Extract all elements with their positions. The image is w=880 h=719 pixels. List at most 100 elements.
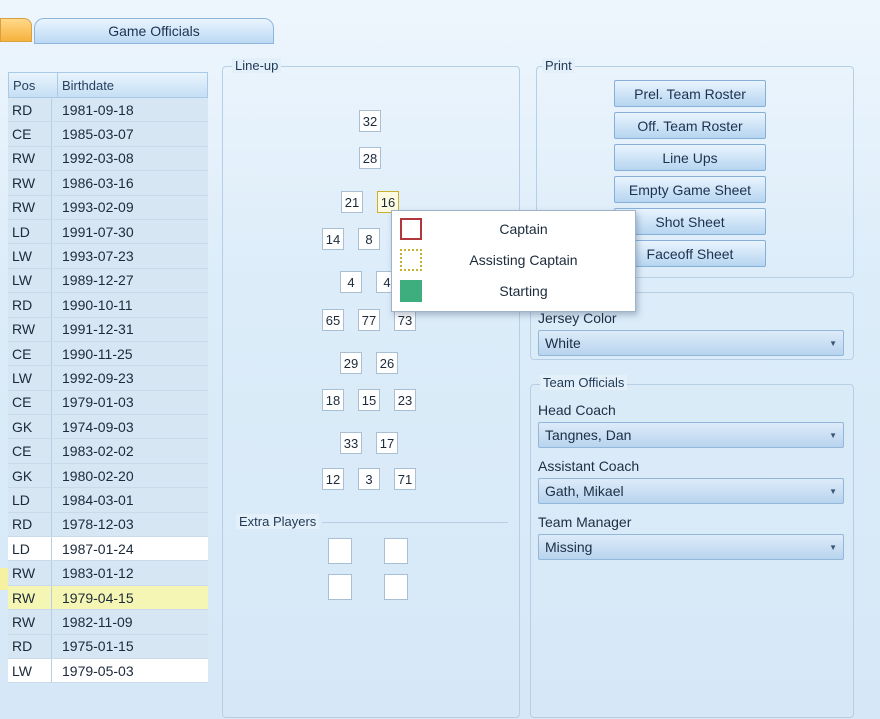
table-row[interactable]: RD 1981-09-18 [8, 98, 208, 123]
cell-birthdate: 1975-01-15 [62, 638, 134, 655]
assistant-coach-label: Assistant Coach [538, 458, 640, 474]
table-row[interactable]: RW 1983-01-12 [8, 561, 208, 586]
table-row[interactable]: GK 1974-09-03 [8, 415, 208, 440]
jersey-color-select[interactable]: White ▼ [538, 330, 844, 356]
cell-birthdate: 1987-01-24 [62, 540, 134, 557]
cell-pos: LD [8, 488, 52, 512]
table-row[interactable]: RW 1992-03-08 [8, 146, 208, 172]
table-row[interactable]: RW 1982-11-09 [8, 610, 208, 635]
assistant-coach-select[interactable]: Gath, Mikael ▼ [538, 478, 844, 504]
head-coach-value: Tangnes, Dan [545, 427, 632, 443]
cell-pos: RD [8, 634, 52, 658]
table-row[interactable]: LD 1991-07-30 [8, 219, 208, 245]
column-header-birthdate[interactable]: Birthdate [58, 73, 182, 97]
table-row[interactable]: CE 1979-01-03 [8, 390, 208, 416]
jersey-slot[interactable]: 8 [358, 228, 380, 250]
prel-team-roster-button[interactable]: Prel. Team Roster [614, 80, 766, 107]
row-selection-marker [0, 568, 8, 590]
menu-item-starting[interactable]: Starting [392, 276, 635, 306]
table-row[interactable]: RD 1990-10-11 [8, 293, 208, 318]
column-header-pos[interactable]: Pos [9, 73, 58, 97]
table-row[interactable]: LW 1979-05-03 [8, 658, 208, 684]
cell-pos: RW [8, 317, 52, 341]
jersey-slot[interactable]: 3 [358, 468, 380, 490]
jersey-slot[interactable]: 28 [359, 147, 381, 169]
tab-game-officials[interactable]: Game Officials [34, 18, 274, 44]
extra-player-slot[interactable] [384, 538, 408, 564]
menu-item-captain[interactable]: Captain [392, 214, 635, 244]
cell-birthdate: 1981-09-18 [62, 101, 134, 118]
cell-pos: RW [8, 561, 52, 585]
shot-sheet-button[interactable]: Shot Sheet [614, 208, 766, 235]
jersey-slot[interactable]: 77 [358, 309, 380, 331]
cell-pos: RD [8, 512, 52, 537]
table-row[interactable]: RD 1978-12-03 [8, 512, 208, 538]
table-row[interactable]: LW 1993-07-23 [8, 244, 208, 269]
jersey-slot[interactable]: 4 [340, 271, 362, 293]
cell-pos: LD [8, 219, 52, 244]
table-row[interactable]: LW 1989-12-27 [8, 268, 208, 294]
empty-game-sheet-button[interactable]: Empty Game Sheet [614, 176, 766, 203]
cell-pos: GK [8, 415, 52, 439]
jersey-slot[interactable]: 33 [340, 432, 362, 454]
jersey-slot[interactable]: 17 [376, 432, 398, 454]
jersey-slot[interactable]: 21 [341, 191, 363, 213]
table-row[interactable]: CE 1983-02-02 [8, 439, 208, 464]
head-coach-label: Head Coach [538, 402, 616, 418]
table-row[interactable]: RD 1975-01-15 [8, 634, 208, 659]
jersey-context-menu: Captain Assisting Captain Starting [391, 210, 636, 312]
jersey-slot[interactable]: 12 [322, 468, 344, 490]
cell-birthdate: 1992-03-08 [62, 150, 134, 167]
jersey-slot[interactable]: 23 [394, 389, 416, 411]
table-row[interactable]: LD 1987-01-24 [8, 537, 208, 562]
team-manager-select[interactable]: Missing ▼ [538, 534, 844, 560]
line-ups-button[interactable]: Line Ups [614, 144, 766, 171]
jersey-slot[interactable]: 18 [322, 389, 344, 411]
jersey-color-label: Jersey Color [538, 310, 617, 326]
table-row[interactable]: LW 1992-09-23 [8, 366, 208, 391]
jersey-color-value: White [545, 335, 581, 351]
faceoff-sheet-button[interactable]: Faceoff Sheet [614, 240, 766, 267]
jersey-slot[interactable]: 71 [394, 468, 416, 490]
head-coach-select[interactable]: Tangnes, Dan ▼ [538, 422, 844, 448]
cell-birthdate: 1991-12-31 [62, 321, 134, 338]
table-row[interactable]: CE 1985-03-07 [8, 122, 208, 147]
cell-birthdate: 1990-10-11 [62, 296, 133, 313]
extra-player-slot[interactable] [384, 574, 408, 600]
cell-pos: RD [8, 293, 52, 317]
menu-item-captain-label: Captain [499, 221, 548, 237]
menu-item-starting-label: Starting [499, 283, 548, 299]
grid-header: Pos Birthdate [8, 72, 208, 98]
table-row[interactable]: RW 1993-02-09 [8, 195, 208, 220]
jersey-slot[interactable]: 29 [340, 352, 362, 374]
table-row[interactable]: GK 1980-02-20 [8, 463, 208, 489]
chevron-down-icon: ▼ [829, 487, 837, 496]
jersey-slot[interactable]: 15 [358, 389, 380, 411]
table-row[interactable]: CE 1990-11-25 [8, 341, 208, 367]
table-row[interactable]: RW 1991-12-31 [8, 317, 208, 342]
cell-birthdate: 1989-12-27 [62, 272, 134, 289]
team-officials-title: Team Officials [540, 375, 628, 390]
menu-item-assisting-captain[interactable]: Assisting Captain [392, 245, 635, 275]
tab-previous[interactable] [0, 18, 32, 42]
extra-player-slot[interactable] [328, 538, 352, 564]
extra-players-title: Extra Players [236, 514, 320, 529]
jersey-slot[interactable]: 32 [359, 110, 381, 132]
cell-pos: RW [8, 610, 52, 634]
cell-birthdate: 1982-11-09 [62, 613, 133, 630]
jersey-slot[interactable]: 73 [394, 309, 416, 331]
menu-item-assisting-captain-label: Assisting Captain [469, 252, 578, 268]
chevron-down-icon: ▼ [829, 543, 837, 552]
jersey-slot[interactable]: 14 [322, 228, 344, 250]
cell-pos: RW [8, 146, 52, 171]
table-row[interactable]: RW 1986-03-16 [8, 171, 208, 196]
off-team-roster-button[interactable]: Off. Team Roster [614, 112, 766, 139]
tab-game-officials-label: Game Officials [108, 23, 200, 39]
table-row[interactable]: RW 1979-04-15 [8, 585, 208, 611]
jersey-slot[interactable]: 65 [322, 309, 344, 331]
cell-pos: CE [8, 341, 52, 366]
table-row[interactable]: LD 1984-03-01 [8, 488, 208, 513]
jersey-slot[interactable]: 26 [376, 352, 398, 374]
extra-player-slot[interactable] [328, 574, 352, 600]
cell-birthdate: 1974-09-03 [62, 418, 134, 435]
